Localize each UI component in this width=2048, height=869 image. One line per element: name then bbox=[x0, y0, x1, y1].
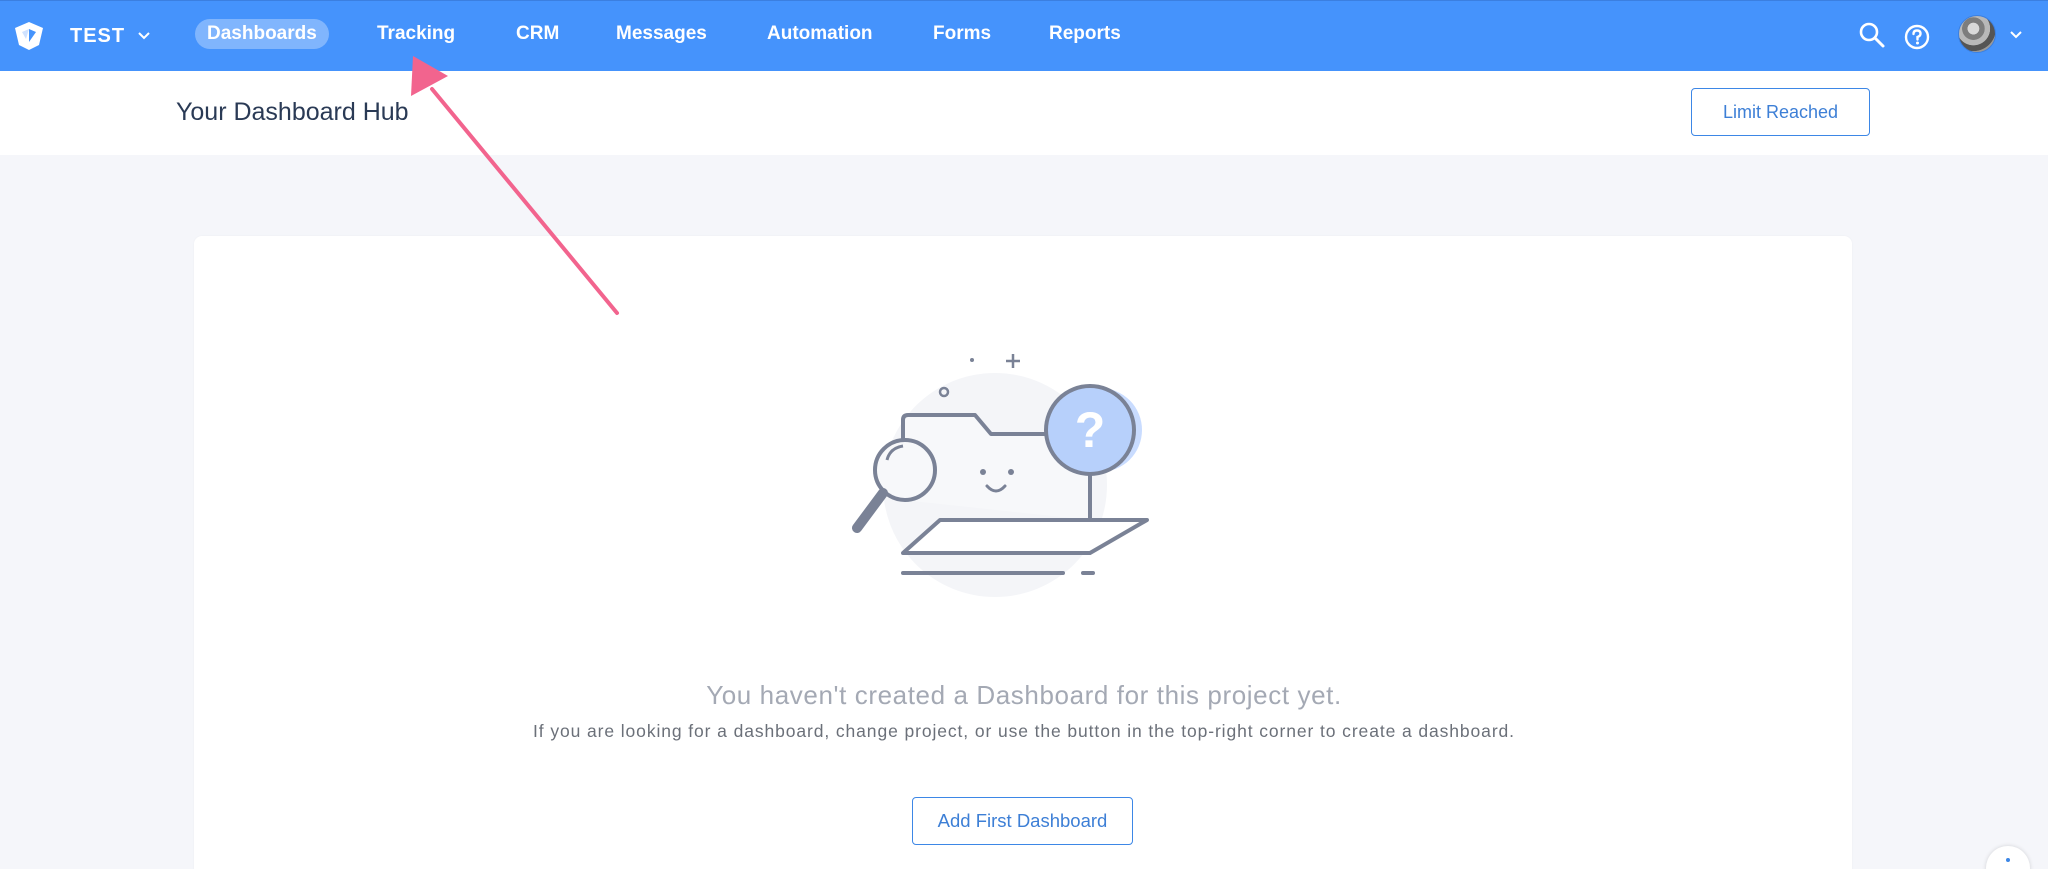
chevron-down-icon bbox=[138, 32, 150, 40]
empty-state-description: If you are looking for a dashboard, chan… bbox=[533, 721, 1515, 741]
chat-dot-icon bbox=[2006, 858, 2010, 862]
chevron-down-icon[interactable] bbox=[2009, 30, 2023, 40]
add-first-dashboard-button[interactable]: Add First Dashboard bbox=[912, 797, 1133, 845]
top-navigation-bar: TEST Dashboards Tracking CRM Messages Au… bbox=[0, 0, 2048, 71]
nav-dashboards[interactable]: Dashboards bbox=[195, 19, 329, 49]
svg-text:?: ? bbox=[1075, 402, 1106, 458]
nav-tracking[interactable]: Tracking bbox=[377, 19, 455, 49]
search-icon[interactable] bbox=[1858, 21, 1886, 49]
nav-automation[interactable]: Automation bbox=[767, 19, 873, 49]
project-selector[interactable]: TEST bbox=[70, 23, 151, 49]
limit-reached-button[interactable]: Limit Reached bbox=[1691, 88, 1870, 136]
page-title: Your Dashboard Hub bbox=[176, 98, 409, 126]
empty-state-title: You haven't created a Dashboard for this… bbox=[706, 680, 1342, 710]
logo-icon[interactable] bbox=[12, 19, 46, 53]
empty-folder-question-illustration: ? bbox=[852, 354, 1149, 597]
project-name: TEST bbox=[70, 24, 126, 47]
nav-forms[interactable]: Forms bbox=[933, 19, 991, 49]
nav-crm[interactable]: CRM bbox=[516, 19, 559, 49]
avatar[interactable] bbox=[1958, 15, 1996, 53]
nav-messages[interactable]: Messages bbox=[616, 19, 707, 49]
chat-widget-button[interactable] bbox=[1986, 846, 2030, 869]
help-icon[interactable] bbox=[1903, 23, 1931, 51]
nav-reports[interactable]: Reports bbox=[1049, 19, 1121, 49]
